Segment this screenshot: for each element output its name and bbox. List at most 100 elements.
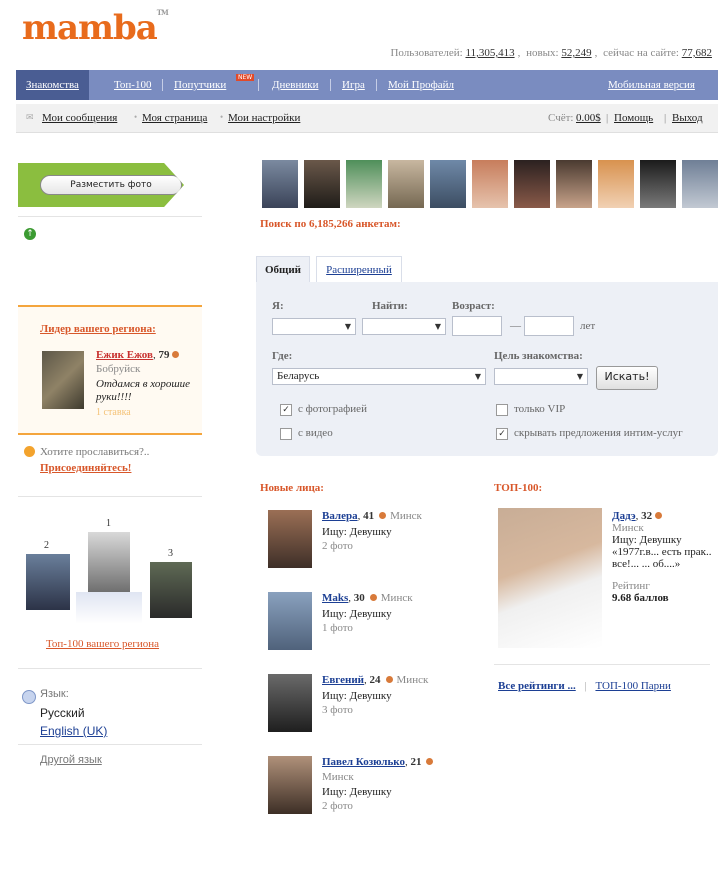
avatar[interactable] [268, 510, 312, 568]
divider [18, 496, 202, 497]
member-thumb[interactable] [388, 160, 424, 208]
language-label: Язык: [40, 688, 69, 700]
other-language-link[interactable]: Другой язык [40, 754, 102, 766]
member-thumb[interactable] [682, 160, 718, 208]
top100-region-link[interactable]: Топ-100 вашего региона [46, 638, 159, 650]
podium-photo-2[interactable] [26, 554, 70, 610]
users-count[interactable]: 11,305,413 [465, 47, 514, 59]
face-name[interactable]: Евгений [322, 674, 364, 686]
nav-item-top100[interactable]: Топ-100 [114, 79, 151, 91]
search-button[interactable]: Искать! [596, 366, 658, 390]
i-select[interactable]: ▼ [272, 318, 356, 335]
top100-guys-link[interactable]: ТОП-100 Парни [595, 680, 670, 692]
divider [18, 216, 202, 217]
member-thumb[interactable] [262, 160, 298, 208]
leader-name[interactable]: Ежик Ежов [96, 349, 153, 361]
online-count[interactable]: 77,682 [682, 47, 712, 59]
with-photo-checkbox[interactable]: ✓ [280, 404, 292, 416]
with-video-checkbox[interactable] [280, 428, 292, 440]
goal-select[interactable]: ▼ [494, 368, 588, 385]
leader-photo[interactable] [42, 351, 84, 409]
member-thumb[interactable] [598, 160, 634, 208]
member-thumb[interactable] [346, 160, 382, 208]
face-city: Минск [396, 674, 429, 686]
face-photos[interactable]: 1 фото [322, 622, 353, 634]
podium-photo-3[interactable] [150, 562, 192, 618]
vip-only-checkbox[interactable] [496, 404, 508, 416]
member-thumb[interactable] [640, 160, 676, 208]
nav-separator [330, 79, 331, 91]
age-to-input[interactable] [524, 316, 574, 336]
avatar[interactable] [268, 756, 312, 814]
top100-photo[interactable] [498, 508, 602, 648]
help-link[interactable]: Помощь [614, 112, 653, 124]
member-thumb[interactable] [514, 160, 550, 208]
face-photos[interactable]: 2 фото [322, 800, 353, 812]
top100-rating: 9.68 баллов [612, 592, 669, 604]
glory-question: Хотите прославиться?.. [40, 446, 150, 458]
member-thumb[interactable] [430, 160, 466, 208]
find-select[interactable]: ▼ [362, 318, 446, 335]
hide-intim-checkbox[interactable]: ✓ [496, 428, 508, 440]
face-name[interactable]: Павел Козюлько [322, 756, 405, 768]
divider [18, 744, 202, 745]
online-dot-icon [426, 758, 434, 765]
face-photos[interactable]: 3 фото [322, 704, 353, 716]
country-select[interactable]: Беларусь ▼ [272, 368, 486, 385]
top100-name[interactable]: Дадэ [612, 510, 636, 522]
avatar[interactable] [268, 592, 312, 650]
avatar[interactable] [268, 674, 312, 732]
podium-photo-1[interactable] [88, 532, 130, 592]
face-photos[interactable]: 2 фото [322, 540, 353, 552]
join-link[interactable]: Присоединяйтесь! [40, 462, 131, 474]
nav-item-dating[interactable]: Знакомства [16, 70, 89, 100]
region-leader-title[interactable]: Лидер вашего региона: [40, 323, 156, 335]
all-ratings-link[interactable]: Все рейтинги ... [498, 680, 576, 692]
with-video-label: с видео [298, 427, 333, 439]
nav-item-diaries[interactable]: Дневники [272, 79, 318, 91]
age-dash: — [510, 320, 521, 332]
member-thumb[interactable] [472, 160, 508, 208]
online-dot-icon [385, 676, 393, 683]
logout-link[interactable]: Выход [672, 112, 703, 124]
my-messages-link[interactable]: Мои сообщения [42, 112, 117, 124]
mamba-logo[interactable]: mambaTM [22, 8, 169, 48]
find-label: Найти: [372, 300, 408, 312]
face-name[interactable]: Maks [322, 592, 348, 604]
upload-icon[interactable]: ↑ [24, 228, 36, 240]
member-thumb[interactable] [304, 160, 340, 208]
podium-place-3: 3 [168, 548, 173, 559]
age-from-input[interactable] [452, 316, 502, 336]
face-name[interactable]: Валера [322, 510, 358, 522]
leader-age: 79 [158, 349, 170, 361]
face-city: Минск [390, 510, 422, 522]
nav-item-travel[interactable]: Попутчики [174, 79, 226, 91]
podium-place-2: 2 [44, 540, 49, 551]
new-badge: NEW [236, 74, 255, 81]
face-age: 24 [369, 674, 381, 686]
tab-extended[interactable]: Расширенный [316, 256, 402, 283]
list-item: Maks, 30 Минск Ищу: Девушку 1 фото [268, 592, 488, 652]
face-age: 30 [353, 592, 365, 604]
top100-seek: Ищу: Девушку [612, 534, 682, 546]
online-dot-icon [369, 594, 377, 601]
list-item: Евгений, 24 Минск Ищу: Девушку 3 фото [268, 674, 488, 734]
my-page-link[interactable]: Моя страница [142, 112, 207, 124]
tab-basic[interactable]: Общий [256, 256, 310, 283]
member-thumb[interactable] [556, 160, 592, 208]
chevron-down-icon: ▼ [474, 372, 481, 381]
language-english-link[interactable]: English (UK) [40, 724, 107, 738]
divider: | [584, 680, 587, 692]
new-label: новых: [526, 47, 559, 59]
account-balance[interactable]: 0.00$ [576, 112, 601, 124]
nav-item-mobile[interactable]: Мобильная версия [608, 79, 695, 91]
new-count[interactable]: 52,249 [561, 47, 591, 59]
place-photo-banner: Разместить фото [18, 163, 184, 207]
divider: | [606, 112, 609, 124]
my-settings-link[interactable]: Мои настройки [228, 112, 300, 124]
place-photo-button[interactable]: Разместить фото [40, 175, 182, 195]
country-value: Беларусь [277, 370, 320, 382]
nav-item-game[interactable]: Игра [342, 79, 365, 91]
face-city: Минск [322, 771, 354, 783]
nav-item-profile[interactable]: Мой Профайл [388, 79, 454, 91]
